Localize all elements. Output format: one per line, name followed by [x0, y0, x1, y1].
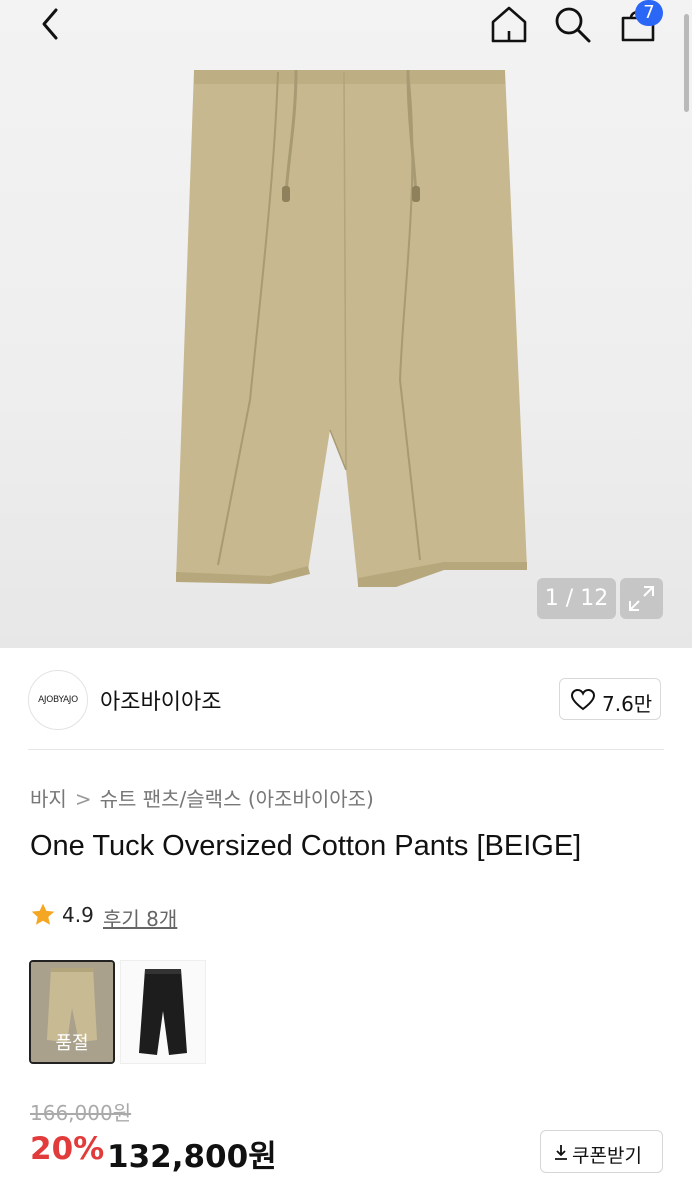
rating-value: 4.9 — [62, 903, 94, 927]
breadcrumb-category[interactable]: 바지 — [30, 787, 67, 811]
coupon-label: 쿠폰받기 — [572, 1145, 642, 1167]
original-price: 166,000원 — [30, 1101, 132, 1125]
top-nav-bar: 7 — [0, 0, 692, 50]
product-image[interactable]: 7 1 / 12 — [0, 0, 692, 648]
reviews-link[interactable]: 후기 8개 — [103, 903, 177, 932]
pants-photo — [176, 69, 527, 587]
search-icon[interactable] — [552, 4, 592, 44]
discount-rate: 20% — [30, 1131, 105, 1167]
soldout-label: 품절 — [55, 1033, 89, 1054]
expand-icon — [629, 586, 654, 611]
sale-price: 132,800원 — [107, 1139, 277, 1175]
brand-logo[interactable]: AJOBYAJO — [28, 670, 88, 730]
brand-row: AJOBYAJO 아조바이아조 7.6만 — [0, 660, 692, 740]
image-pager: 1 / 12 — [537, 578, 616, 619]
home-icon[interactable] — [488, 3, 530, 45]
like-button[interactable]: 7.6만 — [559, 678, 661, 720]
product-title: One Tuck Oversized Cotton Pants [BEIGE] — [30, 830, 582, 862]
back-icon[interactable] — [34, 6, 68, 42]
breadcrumb-subcategory[interactable]: 슈트 팬츠/슬랙스 (아조바이아조) — [100, 787, 374, 811]
expand-image-button[interactable] — [620, 578, 663, 619]
color-swatch-beige[interactable]: 품절 — [29, 960, 115, 1064]
cart-count-badge: 7 — [635, 0, 663, 26]
download-icon — [555, 1145, 567, 1160]
black-pants-thumbnail — [139, 969, 187, 1055]
coupon-button[interactable]: 쿠폰받기 — [540, 1130, 663, 1173]
heart-icon — [571, 689, 595, 711]
like-count: 7.6만 — [602, 692, 653, 716]
divider — [28, 749, 664, 750]
breadcrumb: 바지 > 슈트 팬츠/슬랙스 (아조바이아조) — [30, 783, 374, 812]
brand-name[interactable]: 아조바이아조 — [100, 684, 221, 716]
color-swatch-black[interactable] — [120, 960, 206, 1064]
star-icon — [31, 903, 55, 925]
chevron-right-icon: > — [74, 787, 92, 811]
